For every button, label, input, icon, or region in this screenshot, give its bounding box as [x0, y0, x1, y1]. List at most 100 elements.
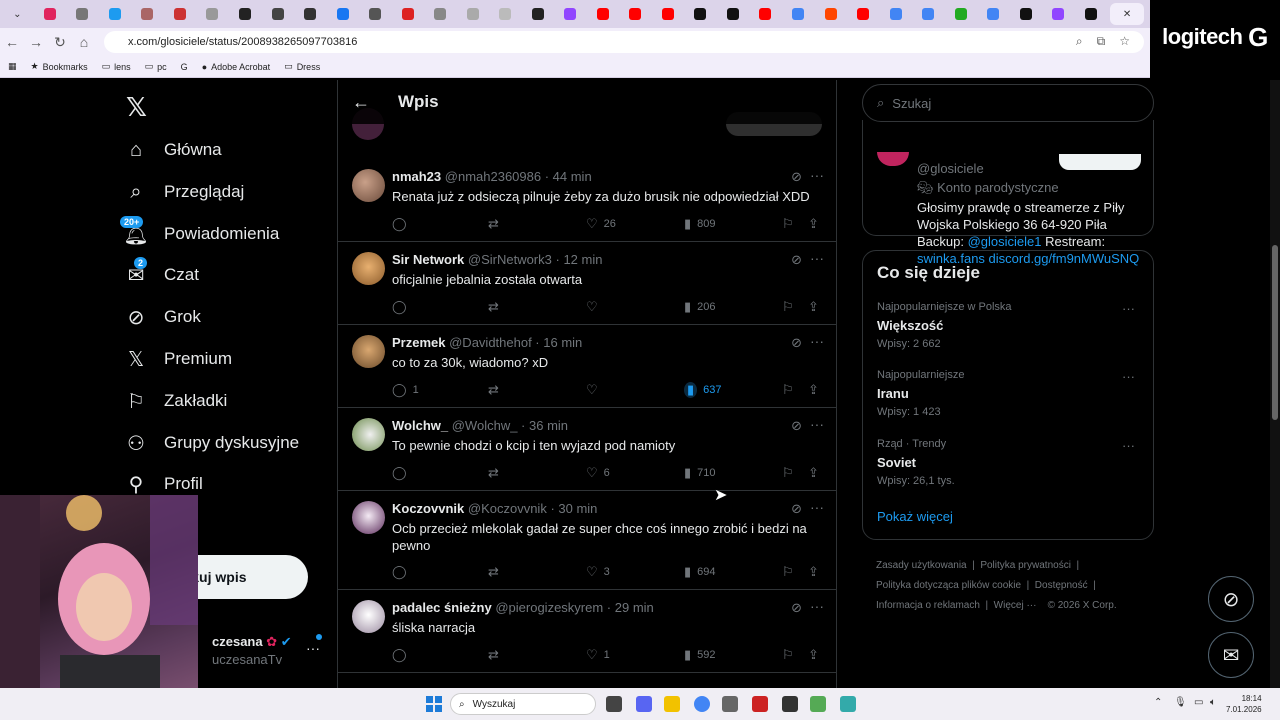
browser-tab[interactable] — [655, 3, 682, 25]
taskbar-search[interactable]: ⌕ Wyszukaj — [450, 693, 596, 715]
grok-icon[interactable]: ⊘ — [791, 252, 802, 268]
browser-tab[interactable] — [329, 3, 356, 25]
follow-button[interactable] — [1059, 154, 1141, 170]
trend-item[interactable]: Najpopularniejsze Iranu Wpisy: 1 423 ··· — [877, 369, 1141, 418]
trend-item[interactable]: Najpopularniejsze w Polska Większość Wpi… — [877, 301, 1141, 350]
share-action[interactable]: ⇪ — [808, 299, 819, 315]
volume-icon[interactable]: 🔈︎ — [1210, 697, 1216, 708]
url-input[interactable]: x.com/glosiciele/status/2008938265097703… — [104, 31, 1144, 53]
app-icon[interactable] — [810, 696, 826, 712]
like-action[interactable]: ♡ 1 — [586, 647, 610, 663]
back-arrow-icon[interactable]: ← — [352, 92, 370, 113]
browser-tab[interactable] — [752, 3, 779, 25]
reply-action[interactable]: ◯ — [392, 216, 413, 232]
nav-bookmarks[interactable]: ⚐ Zakładki — [124, 381, 227, 421]
grok-icon[interactable]: ⊘ — [791, 418, 802, 434]
scrollbar[interactable] — [1270, 80, 1280, 688]
more-dots-icon[interactable]: ··· — [810, 499, 824, 515]
apps-icon[interactable]: ▦ — [8, 61, 17, 72]
browser-tab[interactable] — [362, 3, 389, 25]
browser-tab[interactable] — [297, 3, 324, 25]
reply-tweet[interactable]: Koczovvnik @Koczovvnik · 30 min ⊘ ··· Oc… — [338, 491, 836, 590]
like-action[interactable]: ♡ 6 — [586, 465, 610, 481]
bookmark-action[interactable]: ⚐ — [782, 465, 794, 481]
forward-icon[interactable]: → — [24, 34, 48, 50]
browser-tab[interactable] — [947, 3, 974, 25]
start-icon[interactable] — [426, 696, 442, 712]
explorer-icon[interactable] — [664, 696, 680, 712]
like-action[interactable]: ♡ 26 — [586, 216, 616, 232]
browser-tab[interactable] — [525, 3, 552, 25]
nav-explore[interactable]: ⌕ Przeglądaj — [124, 172, 244, 212]
repost-action[interactable]: ⇄ — [488, 465, 499, 481]
views-action[interactable]: ▮ 206 — [684, 299, 716, 315]
browser-tab[interactable] — [622, 3, 649, 25]
browser-tab[interactable] — [590, 3, 617, 25]
chrome-icon[interactable] — [694, 696, 710, 712]
avatar[interactable] — [352, 418, 385, 451]
bookmark-item[interactable]: ▭ lens — [102, 61, 131, 72]
browser-tab[interactable] — [980, 3, 1007, 25]
home-browser-icon[interactable]: ⌂ — [72, 34, 96, 50]
like-action[interactable]: ♡ — [586, 299, 604, 315]
app-icon[interactable] — [752, 696, 768, 712]
bookmark-action[interactable]: ⚐ — [782, 299, 794, 315]
views-action[interactable]: ▮ 592 — [684, 647, 716, 663]
avatar[interactable] — [877, 152, 909, 166]
grok-icon[interactable]: ⊘ — [791, 335, 802, 351]
clock[interactable]: 18:14 7.01.2026 — [1226, 693, 1262, 715]
avatar[interactable] — [352, 501, 385, 534]
bookmark-action[interactable]: ⚐ — [782, 647, 794, 663]
obs-icon[interactable] — [782, 696, 798, 712]
share-action[interactable]: ⇪ — [808, 382, 819, 398]
more-dots-icon[interactable]: ··· — [1122, 438, 1135, 453]
more-dots-icon[interactable]: ··· — [810, 416, 824, 432]
reply-tweet[interactable]: Sir Network @SirNetwork3 · 12 min ⊘ ··· … — [338, 242, 836, 325]
reply-tweet[interactable]: padalec śnieżny @pierogizeskyrem · 29 mi… — [338, 590, 836, 673]
browser-tab[interactable] — [134, 3, 161, 25]
repost-action[interactable]: ⇄ — [488, 299, 499, 315]
more-dots-icon[interactable]: ··· — [810, 167, 824, 183]
reply-tweet[interactable]: nmah23 @nmah2360986 · 44 min ⊘ ··· Renat… — [338, 159, 836, 242]
browser-tab[interactable] — [850, 3, 877, 25]
bookmark-action[interactable]: ⚐ — [782, 216, 794, 232]
messages-fab[interactable]: ✉ — [1208, 632, 1254, 678]
footer-link[interactable]: Zasady użytkowania — [876, 560, 967, 571]
share-action[interactable]: ⇪ — [808, 647, 819, 663]
reply-action[interactable]: ◯ — [392, 647, 413, 663]
like-action[interactable]: ♡ — [586, 382, 604, 398]
browser-tab[interactable] — [1045, 3, 1072, 25]
browser-tab[interactable] — [69, 3, 96, 25]
reply-action[interactable]: ◯ — [392, 465, 413, 481]
scrollbar-thumb[interactable] — [1272, 245, 1278, 420]
search-input[interactable]: ⌕ Szukaj — [862, 84, 1154, 122]
app-icon[interactable] — [722, 696, 738, 712]
views-action[interactable]: ▮ 809 — [684, 216, 716, 232]
reload-icon[interactable]: ↻ — [48, 34, 72, 51]
avatar[interactable] — [352, 600, 385, 633]
active-tab[interactable]: ✕ — [1110, 3, 1145, 25]
reply-action[interactable]: ◯ — [392, 299, 413, 315]
browser-tab[interactable] — [459, 3, 486, 25]
bookmark-item[interactable]: ★ Bookmarks — [31, 61, 88, 72]
views-action[interactable]: ▮ 710 — [684, 465, 716, 481]
browser-tab[interactable] — [264, 3, 291, 25]
install-icon[interactable]: ⧉ — [1097, 34, 1106, 49]
more-dots-icon[interactable]: ··· — [810, 333, 824, 349]
nav-grok[interactable]: ⊘ Grok — [124, 297, 201, 337]
like-action[interactable]: ♡ 3 — [586, 564, 610, 580]
browser-tab[interactable] — [817, 3, 844, 25]
nav-notifications[interactable]: 🔔︎ 20+ Powiadomienia — [120, 214, 279, 254]
avatar[interactable] — [352, 252, 385, 285]
bookmark-item[interactable]: ▭ Dress — [284, 61, 320, 72]
browser-tab[interactable] — [37, 3, 64, 25]
footer-link[interactable]: Polityka prywatności — [980, 560, 1071, 571]
grok-icon[interactable]: ⊘ — [791, 501, 802, 517]
browser-tab[interactable] — [1078, 3, 1105, 25]
browser-tab[interactable] — [1012, 3, 1039, 25]
trend-item[interactable]: Rząd · Trendy Soviet Wpisy: 26,1 tys. ··… — [877, 438, 1141, 487]
views-action[interactable]: ▮ 694 — [684, 564, 716, 580]
browser-tab[interactable] — [882, 3, 909, 25]
tray-chevron-icon[interactable]: ⌃ — [1154, 697, 1162, 708]
browser-tab[interactable] — [427, 3, 454, 25]
